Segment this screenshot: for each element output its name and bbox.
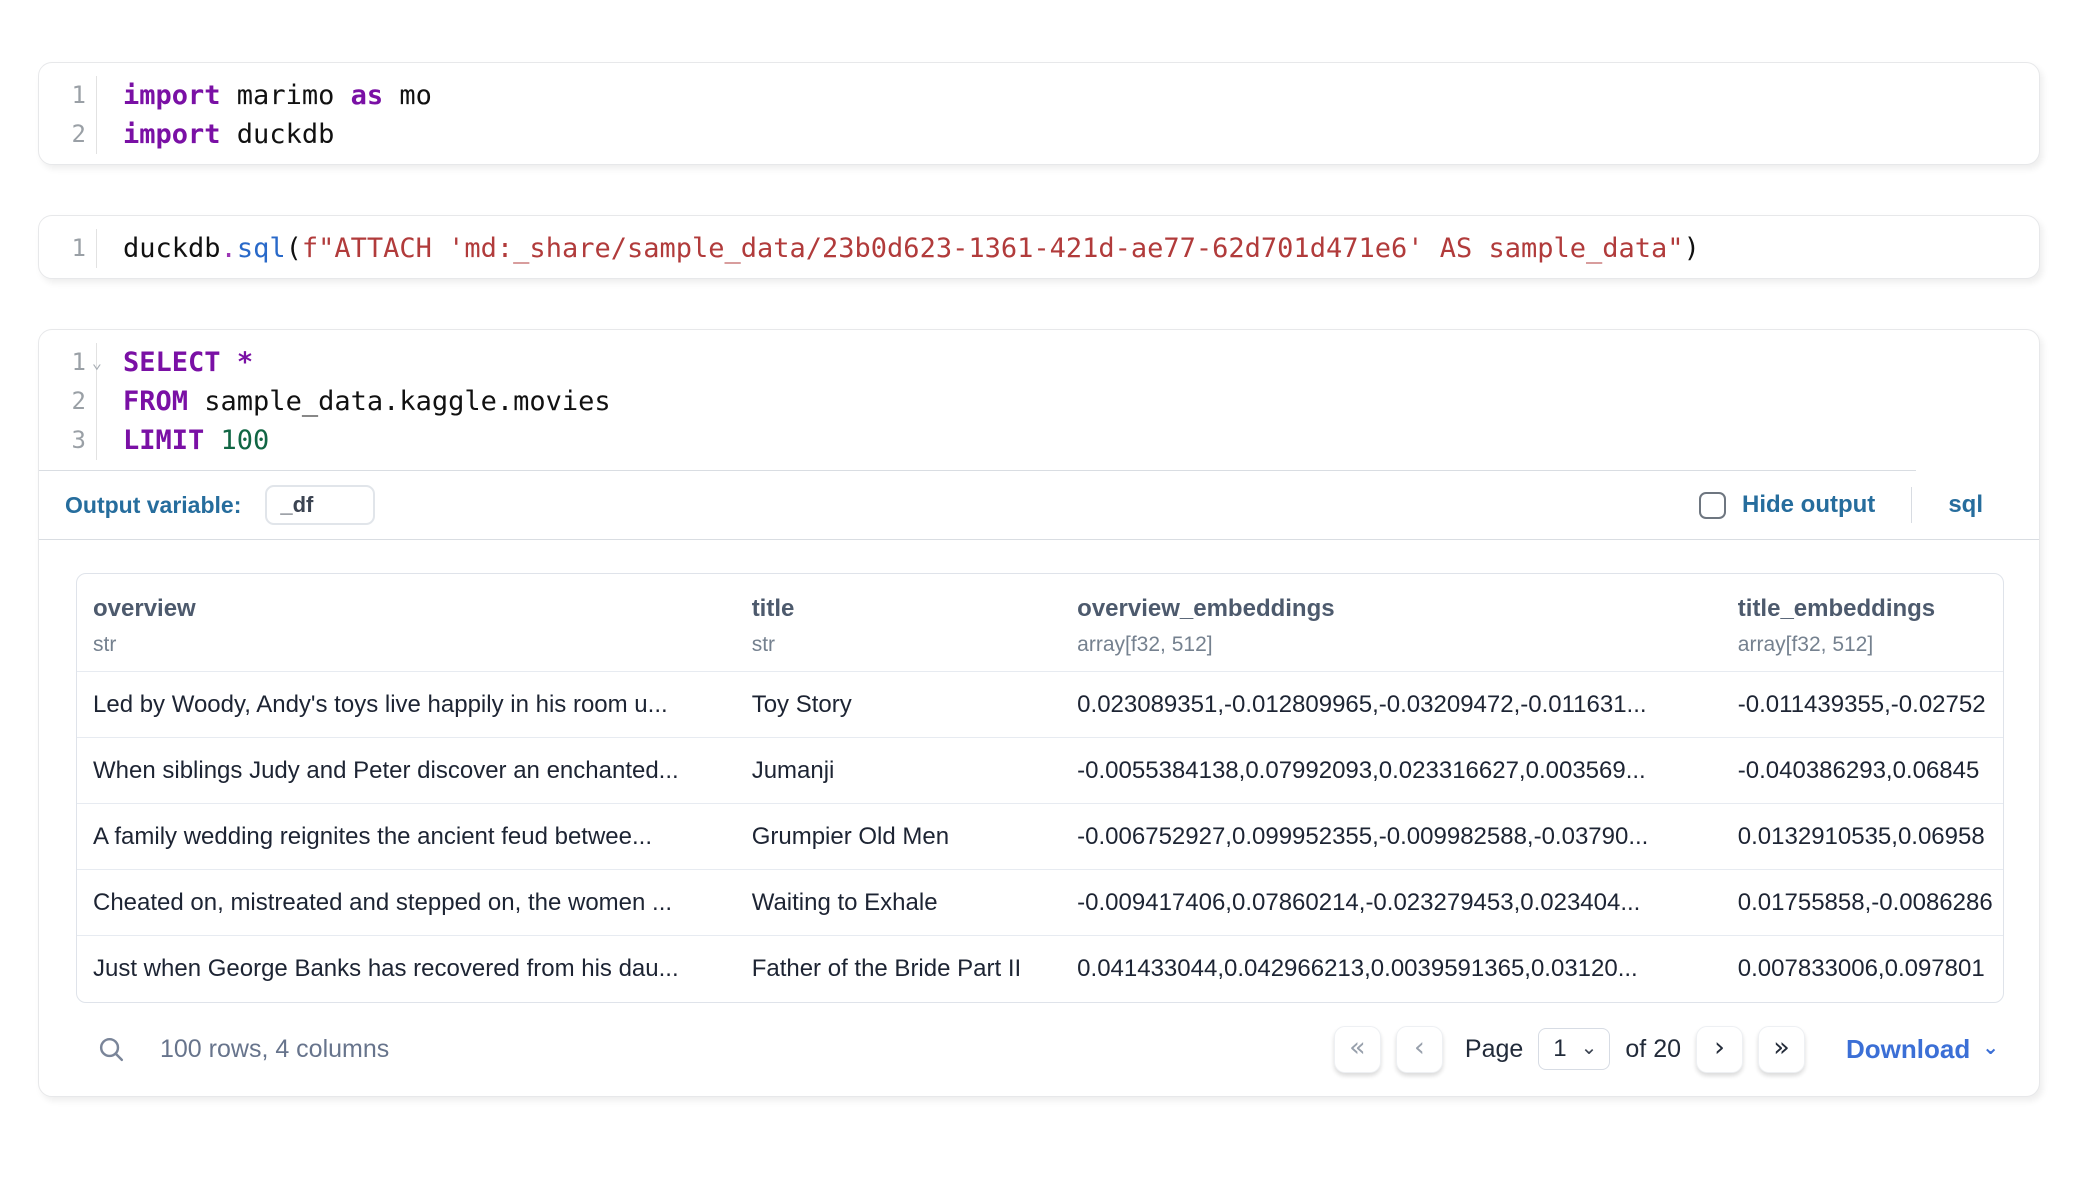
first-page-button[interactable]: « [1334,1026,1381,1073]
code-line: FROM sample_data.kaggle.movies [123,382,2039,421]
column-header-overview[interactable]: overview str [77,574,736,672]
download-label: Download [1846,1034,1970,1065]
table-cell: Led by Woody, Andy's toys live happily i… [77,672,736,738]
code-cell-attach: 1 duckdb.sql(f"ATTACH 'md:_share/sample_d… [38,215,2040,279]
output-variable-label: Output variable: [65,492,241,519]
code-line: import marimo as mo [123,76,2039,115]
column-type: str [93,633,726,657]
table-cell: 0.041433044,0.042966213,0.0039591365,0.0… [1061,936,1722,1002]
pagination: « ‹ Page 1 ⌄ of 20 › » Download ⌄ [1334,1026,1999,1073]
line-number: 3 [39,421,96,460]
table-header-row: overview str title str overview_embeddingsar… [77,574,2003,672]
code-editor[interactable]: 12import marimo as moimport duckdb [39,63,2039,164]
search-icon[interactable] [96,1034,127,1065]
table-cell: 0.023089351,-0.012809965,-0.03209472,-0.… [1061,672,1722,738]
table-cell: 0.007833006,0.097801 [1722,936,2003,1002]
line-number: 2 [39,382,96,421]
table-row[interactable]: Just when George Banks has recovered fro… [77,936,2003,1002]
code-editor[interactable]: 1 duckdb.sql(f"ATTACH 'md:_share/sample_d… [39,216,2039,278]
chevron-down-icon: ⌄ [1982,1037,1999,1057]
column-name: title [752,595,1051,623]
column-name: overview [93,595,726,623]
code-area[interactable]: SELECT *FROM sample_data.kaggle.moviesLI… [97,343,2039,460]
table-row[interactable]: When siblings Judy and Peter discover an… [77,738,2003,804]
column-header-title_embeddings[interactable]: title_embeddings array[f32, 512] [1722,574,2003,672]
code-area[interactable]: import marimo as moimport duckdb [97,76,2039,154]
column-header-overview_embeddings[interactable]: overview_embeddings array[f32, 512] [1061,574,1722,672]
line-number: 2 [39,115,96,154]
column-type: str [752,633,1051,657]
column-header-title[interactable]: title str [736,574,1061,672]
page-label: Page [1465,1035,1523,1064]
table-cell: Father of the Bride Part II [736,936,1061,1002]
column-type: array[f32, 512] [1077,633,1712,657]
table-cell: When siblings Judy and Peter discover an… [77,738,736,804]
output-variable-input[interactable] [265,485,375,525]
table-cell: Jumanji [736,738,1061,804]
divider [1911,487,1912,523]
table-footer: 100 rows, 4 columns « ‹ Page 1 ⌄ of 20 ›… [39,1003,2039,1096]
output-variable-row: Output variable: Hide output sql [39,471,2039,540]
download-button[interactable]: Download ⌄ [1846,1034,1999,1065]
table-cell: Grumpier Old Men [736,804,1061,870]
table-row[interactable]: A family wedding reignites the ancient f… [77,804,2003,870]
code-line: SELECT * [123,343,2039,382]
table-cell: Toy Story [736,672,1061,738]
fold-chevron-icon[interactable]: ⌄ [92,344,102,383]
line-number: 1 [39,229,96,268]
table-cell: -0.006752927,0.099952355,-0.009982588,-0… [1061,804,1722,870]
code-line: duckdb.sql(f"ATTACH 'md:_share/sample_da… [123,229,2039,268]
table-row[interactable]: Led by Woody, Andy's toys live happily i… [77,672,2003,738]
next-page-button[interactable]: › [1696,1026,1743,1073]
row-count-summary: 100 rows, 4 columns [160,1035,389,1064]
table-cell: Just when George Banks has recovered fro… [77,936,736,1002]
sql-cell: 1⌄23SELECT *FROM sample_data.kaggle.movi… [38,329,2040,1097]
code-editor[interactable]: 1⌄23SELECT *FROM sample_data.kaggle.movi… [39,330,2039,470]
line-number: 1 [39,76,96,115]
table-cell: A family wedding reignites the ancient f… [77,804,736,870]
table-cell: -0.0055384138,0.07992093,0.023316627,0.0… [1061,738,1722,804]
line-number: 1⌄ [39,343,96,382]
page-select[interactable]: 1 ⌄ [1538,1028,1610,1070]
hide-output-label: Hide output [1742,491,1875,519]
column-type: array[f32, 512] [1738,633,1993,657]
line-number-gutter: 1⌄23 [39,343,97,460]
code-line: import duckdb [123,115,2039,154]
table-cell: -0.040386293,0.06845 [1722,738,2003,804]
code-cell-imports: 12import marimo as moimport duckdb [38,62,2040,165]
code-area[interactable]: duckdb.sql(f"ATTACH 'md:_share/sample_da… [97,229,2039,268]
line-number-gutter: 12 [39,76,97,154]
table-cell: -0.011439355,-0.02752 [1722,672,2003,738]
last-page-button[interactable]: » [1758,1026,1805,1073]
column-name: overview_embeddings [1077,595,1712,623]
dataframe-table: overview str title str overview_embeddingsar… [76,573,2004,1003]
page-select-value: 1 [1553,1035,1566,1063]
table-cell: Cheated on, mistreated and stepped on, t… [77,870,736,936]
table-cell: 0.01755858,-0.0086286 [1722,870,2003,936]
line-number-gutter: 1 [39,229,97,268]
page-count-label: of 20 [1625,1035,1681,1064]
language-badge-sql[interactable]: sql [1948,491,1983,519]
table-cell: 0.0132910535,0.06958 [1722,804,2003,870]
column-name: title_embeddings [1738,595,1993,623]
chevron-down-icon: ⌄ [1581,1037,1598,1057]
table-cell: Waiting to Exhale [736,870,1061,936]
table-row[interactable]: Cheated on, mistreated and stepped on, t… [77,870,2003,936]
previous-page-button[interactable]: ‹ [1396,1026,1443,1073]
hide-output-checkbox[interactable] [1699,492,1726,519]
code-line: LIMIT 100 [123,421,2039,460]
table-cell: -0.009417406,0.07860214,-0.023279453,0.0… [1061,870,1722,936]
